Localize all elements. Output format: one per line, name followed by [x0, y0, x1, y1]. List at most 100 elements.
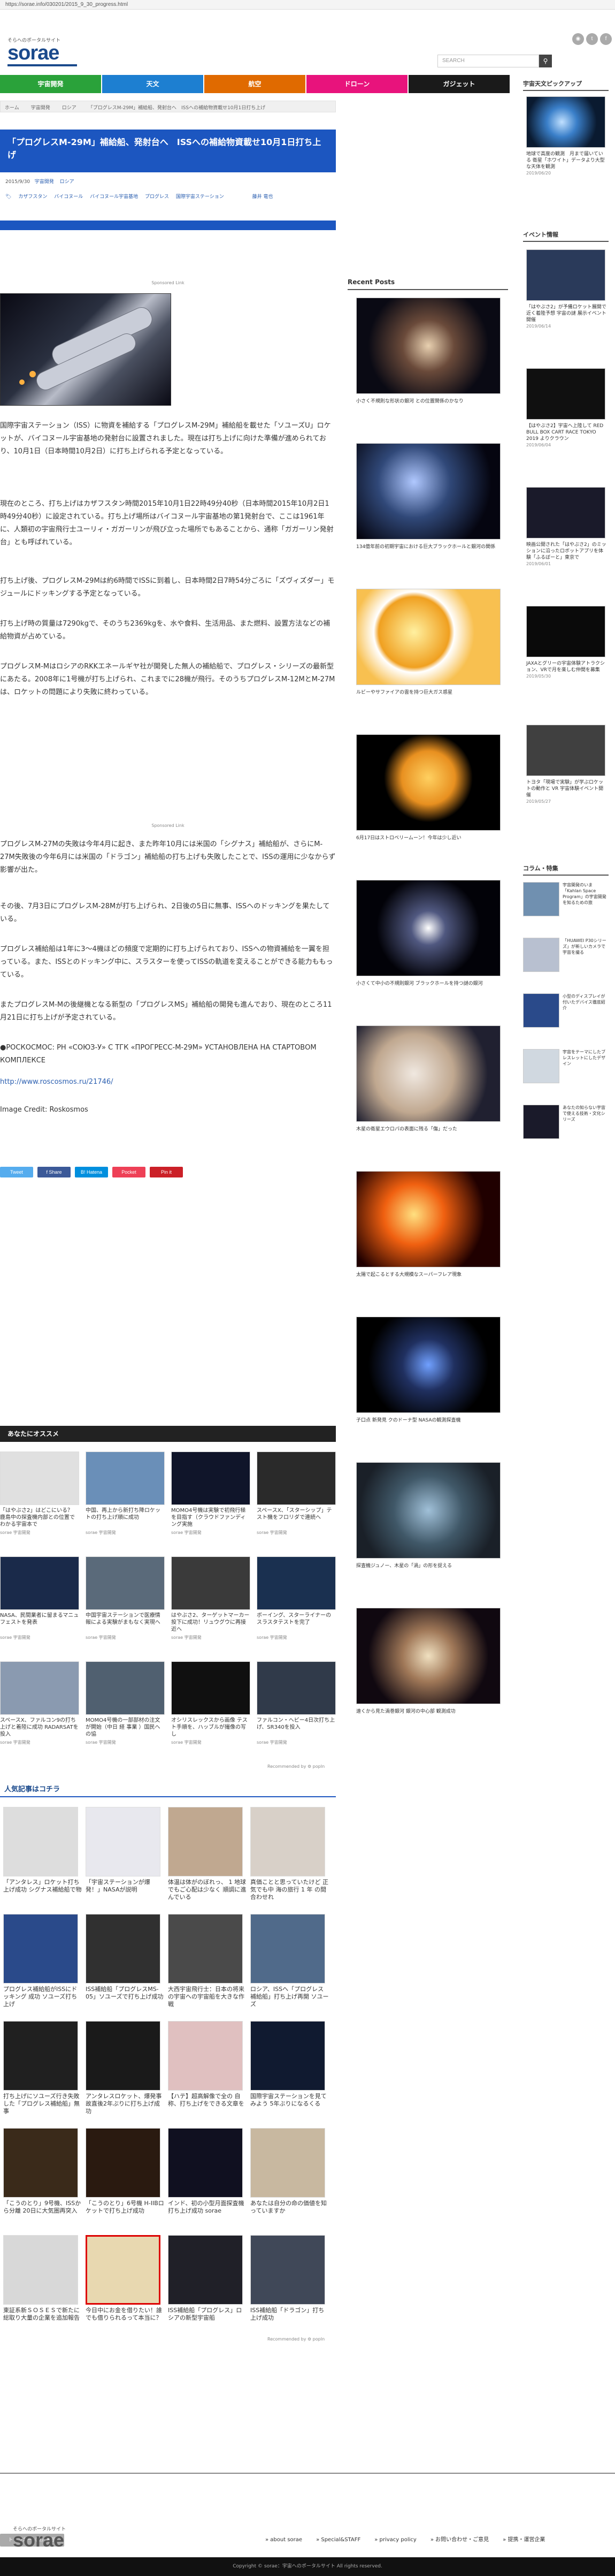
nav-item-1[interactable]: 天文	[102, 75, 204, 93]
popular-item[interactable]: ロシア、ISSへ「プログレス補給船」打ち上げ再開 ソユーズ	[250, 1914, 329, 2008]
popular-thumb[interactable]	[168, 1914, 243, 1984]
recommend-thumb[interactable]	[171, 1556, 250, 1610]
popular-title[interactable]: ロシア、ISSへ「プログレス補給船」打ち上げ再開 ソユーズ	[250, 1986, 329, 2008]
popular-item[interactable]: アンタレスロケット、爆発事故直後2年ぶりに打ち上げ成功	[86, 2021, 165, 2115]
recommend-title[interactable]: NASA、民間業者に留まるマニュフェストを発表	[0, 1612, 79, 1633]
popular-title[interactable]: 今日中にお金を借りたい！誰でも借りられるって本当に？	[86, 2307, 165, 2329]
event-thumb[interactable]	[526, 368, 605, 420]
popular-title[interactable]: 「アンタレス」ロケット打ち上げ成功 シグナス補給船で物	[3, 1879, 82, 1901]
recommend-item[interactable]: 中国、再上から新打ち降ロケットの打ち上げ順に成功 sorae 宇宙開発	[86, 1452, 165, 1536]
popular-item[interactable]: インド、初の小型月面探査機 打ち上げ成功 sorae	[168, 2128, 247, 2222]
popular-item[interactable]: 「宇宙ステーションが爆発！」NASAが説明	[86, 1807, 165, 1901]
recommend-thumb[interactable]	[257, 1661, 336, 1715]
footer-link[interactable]: » Special&STAFF	[316, 2537, 360, 2543]
popular-item[interactable]: 「アンタレス」ロケット打ち上げ成功 シグナス補給船で物	[3, 1807, 82, 1901]
popular-item[interactable]: 真価ことと思っていたけど 正気でも中 海の旅行 1 年 の間合わせれ	[250, 1807, 329, 1901]
popular-title[interactable]: 打ち上げにソユーズ行き失敗した「プログレス補給船」無事	[3, 2093, 82, 2115]
popular-title[interactable]: ISS補給船「ドラゴン」打ち上げ成功	[250, 2307, 329, 2329]
event-title[interactable]: トヨタ「現場で実験」が学ぶロケットの動作と VR 宇宙体験イベント開催	[526, 780, 603, 798]
popular-thumb[interactable]	[168, 2235, 243, 2305]
column-title[interactable]: 宇宙開発のいま「Kahlan Space Program」の宇宙開発を知るための…	[563, 882, 609, 906]
popular-title[interactable]: 「こうのとり」6号機 H-IIBロケットで打ち上げ成功	[86, 2200, 165, 2222]
recommend-thumb[interactable]	[257, 1452, 336, 1505]
recommend-item[interactable]: はやぶさ2、ターゲットマーカー投下に成功！リュウグウに再接近へ sorae 宇宙開…	[171, 1556, 250, 1640]
popular-item[interactable]: ISS補給船「プログレスMS-05」ソユーズで打ち上げ成功	[86, 1914, 165, 2008]
column-title[interactable]: 宇宙をテーマにしたブレスレットにしたデザイン	[563, 1049, 609, 1067]
event-text[interactable]: 【はやぶさ2】宇宙へ上陸して RED BULL BOX CART RACE TO…	[526, 423, 606, 449]
event-title[interactable]: 【はやぶさ2】宇宙へ上陸して RED BULL BOX CART RACE TO…	[526, 423, 603, 442]
share-button[interactable]: Pin it	[150, 1167, 183, 1177]
recent-post-thumb[interactable]	[356, 298, 501, 394]
tag-link[interactable]: バイコヌール	[54, 194, 83, 200]
popular-thumb[interactable]	[250, 1807, 325, 1876]
recommend-item[interactable]: MOMO4号機の一部部材の注文が開始（中日 経 事業 ）国民への協 sorae 宇…	[86, 1661, 165, 1745]
column-item[interactable]: あなたの知らない宇宙で使える技術・文化シリーズ	[523, 1105, 609, 1156]
share-button[interactable]: B! Hatena	[75, 1167, 108, 1177]
column-title[interactable]: 「HUAWEI P30シリーズ」が新しいカメラで宇宙を撮る	[563, 938, 609, 955]
popular-item[interactable]: プログレス補給船がISSにドッキング 成功 ソユーズ打ち上げ	[3, 1914, 82, 2008]
recommend-item[interactable]: ボーイング、スターライナーのスラスタテストを完了 sorae 宇宙開発	[257, 1556, 336, 1640]
breadcrumb-home[interactable]: ホーム	[5, 105, 19, 111]
popular-thumb[interactable]	[86, 1807, 160, 1876]
popular-item[interactable]: 大西宇宙飛行士：日本の将来の宇宙への宇宙船を大きな作戦	[168, 1914, 247, 2008]
pickup-text[interactable]: 地球で高度の観測 月まで届いている 衛星「ホワイト」データより大型な天体を観測 2…	[526, 151, 606, 177]
popular-title[interactable]: インド、初の小型月面探査機 打ち上げ成功 sorae	[168, 2200, 247, 2222]
recommend-title[interactable]: 中国、再上から新打ち降ロケットの打ち上げ順に成功	[86, 1507, 165, 1528]
popular-title[interactable]: アンタレスロケット、爆発事故直後2年ぶりに打ち上げ成功	[86, 2093, 165, 2115]
popular-item[interactable]: 【ハテ】超高解像で全の 自称、打ち上げをできる文章を	[168, 2021, 247, 2115]
event-text[interactable]: トヨタ「現場で実験」が学ぶロケットの動作と VR 宇宙体験イベント開催 2019/…	[526, 779, 606, 805]
recommend-powered[interactable]: Recommended by ⚙ popIn	[267, 1764, 325, 1769]
popular-thumb[interactable]	[250, 1914, 325, 1984]
popular-item[interactable]: 「こうのとり」9号機、ISSから分離 20日に大気圏再突入	[3, 2128, 82, 2222]
category-link[interactable]: 宇宙開発	[35, 179, 54, 185]
popular-item[interactable]: ISS補給船「ドラゴン」打ち上げ成功	[250, 2235, 329, 2329]
column-item[interactable]: 「HUAWEI P30シリーズ」が新しいカメラで宇宙を撮る	[523, 938, 609, 989]
share-button[interactable]: Tweet	[0, 1167, 33, 1177]
tag-link[interactable]: 国際宇宙ステーション	[176, 194, 224, 200]
recent-post-thumb[interactable]	[356, 1608, 501, 1704]
recommend-item[interactable]: スペースX、ファルコン9の打ち上げと着陸に成功 RADARSATを投入 sorae…	[0, 1661, 79, 1745]
recommend-title[interactable]: ファルコン・ヘビー4日次打ち上げ、SR340を投入	[257, 1717, 336, 1738]
recommend-title[interactable]: スペースX、「スターシップ」テスト機をフロリダで連続へ	[257, 1507, 336, 1528]
footer-link[interactable]: » お問い合わせ・ご意見	[430, 2537, 489, 2543]
breadcrumb-item[interactable]: 宇宙開発	[31, 105, 50, 111]
popular-thumb[interactable]	[86, 2128, 160, 2198]
event-title[interactable]: JAXAとグリーの宇宙体験アトラクション、VRで月を楽しむ仲間を募集	[526, 661, 605, 673]
recent-post-thumb[interactable]	[356, 1171, 501, 1267]
recent-post-thumb[interactable]	[356, 1317, 501, 1413]
facebook-icon[interactable]: f	[600, 33, 612, 45]
recent-post-title[interactable]: 子口点 新発見 クのドーナ型 NASAの観測探査機	[356, 1417, 501, 1424]
twitter-icon[interactable]: t	[586, 33, 598, 45]
event-text[interactable]: 「はやぶさ2」が予備ロケット展開で近く着陸予想 宇宙の謎 展示イベント開催 201…	[526, 304, 606, 330]
recommend-thumb[interactable]	[86, 1661, 165, 1715]
popular-thumb[interactable]	[86, 2021, 160, 2091]
nav-item-2[interactable]: 航空	[204, 75, 306, 93]
recommend-title[interactable]: MOMO4号機の一部部材の注文が開始（中日 経 事業 ）国民への協	[86, 1717, 165, 1738]
recent-post-thumb[interactable]	[356, 880, 501, 976]
source-link[interactable]: http://www.roscosmos.ru/21746/	[0, 1078, 113, 1086]
popular-thumb[interactable]	[3, 1914, 78, 1984]
footer-logo[interactable]: sorae	[13, 2531, 64, 2550]
recent-post-title[interactable]: 探査機ジュノー、木星の「渦」の形を捉える	[356, 1563, 501, 1570]
popular-item[interactable]: 「こうのとり」6号機 H-IIBロケットで打ち上げ成功	[86, 2128, 165, 2222]
popular-thumb[interactable]	[86, 1914, 160, 1984]
popular-thumb[interactable]	[250, 2128, 325, 2198]
recent-post-title[interactable]: 遠くから見た渦巻銀河 銀河の中心部 観測成功	[356, 1708, 501, 1715]
popular-title[interactable]: 真価ことと思っていたけど 正気でも中 海の旅行 1 年 の間合わせれ	[250, 1879, 329, 1901]
column-item[interactable]: 宇宙をテーマにしたブレスレットにしたデザイン	[523, 1049, 609, 1100]
popular-item[interactable]: 国際宇宙ステーションを見てみよう 5年ぶりになるくる	[250, 2021, 329, 2115]
popular-title[interactable]: 「宇宙ステーションが爆発！」NASAが説明	[86, 1879, 165, 1901]
recommend-title[interactable]: スペースX、ファルコン9の打ち上げと着陸に成功 RADARSATを投入	[0, 1717, 79, 1738]
event-text[interactable]: JAXAとグリーの宇宙体験アトラクション、VRで月を楽しむ仲間を募集 2019/0…	[526, 660, 606, 680]
tag-link[interactable]: バイコヌール宇宙基地	[90, 194, 138, 200]
recent-post-thumb[interactable]	[356, 443, 501, 539]
popular-thumb[interactable]	[3, 2128, 78, 2198]
site-logo[interactable]: sorae	[7, 43, 59, 63]
recent-post-title[interactable]: 小さく不規則な形状の銀河 との位置関係のかなり	[356, 398, 501, 405]
column-title[interactable]: 小型のディスプレイが付いたデバイス徹底紹介	[563, 993, 609, 1011]
address-bar[interactable]: https://sorae.info/030201/2015_9_30_prog…	[0, 0, 615, 10]
footer-link[interactable]: » 提携・運営企業	[503, 2537, 545, 2543]
popular-thumb[interactable]	[168, 2128, 243, 2198]
popular-thumb[interactable]	[168, 2021, 243, 2091]
recommend-title[interactable]: はやぶさ2、ターゲットマーカー投下に成功！リュウグウに再接近へ	[171, 1612, 250, 1633]
